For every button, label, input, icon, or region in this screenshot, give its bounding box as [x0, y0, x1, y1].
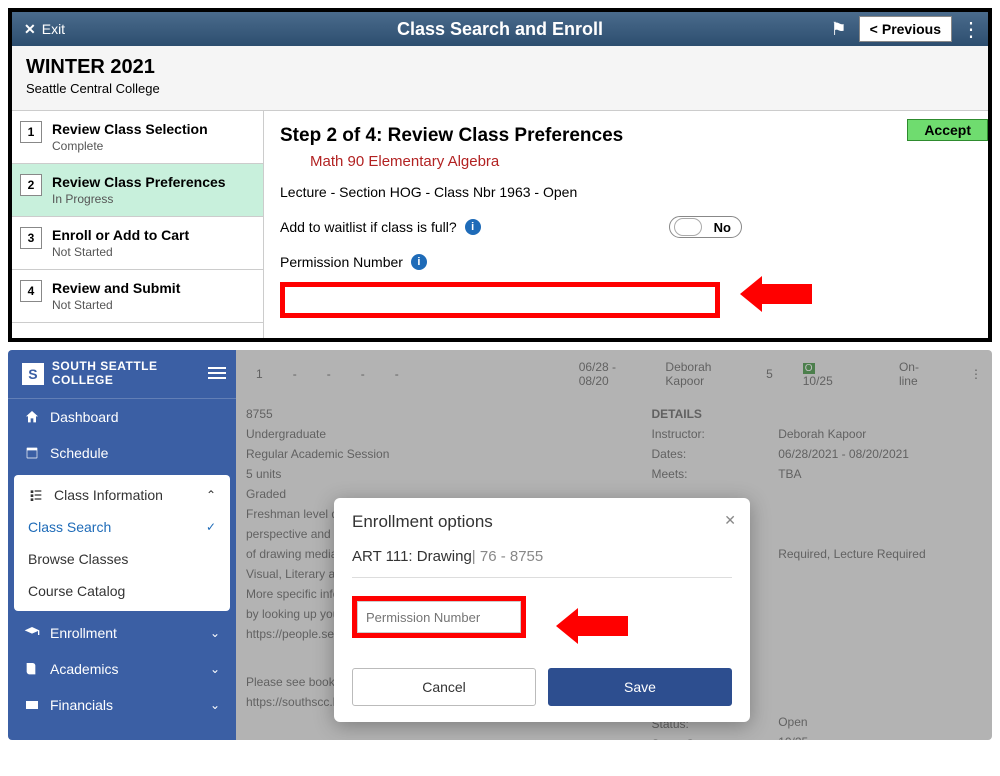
nav-label: Course Catalog [28, 583, 125, 599]
nav-dashboard[interactable]: Dashboard [8, 399, 236, 435]
class-section: Lecture - Section HOG - Class Nbr 1963 -… [280, 184, 972, 200]
nav-label: Dashboard [50, 409, 119, 425]
chevron-up-icon: ⌃ [206, 488, 216, 502]
college-logo-icon: S [22, 363, 44, 385]
nav-class-search[interactable]: Class Search ✓ [14, 511, 230, 543]
step-4[interactable]: 4 Review and Submit Not Started [12, 270, 263, 323]
class-name: Math 90 Elementary Algebra [310, 153, 972, 170]
step-status: Not Started [52, 298, 180, 312]
info-icon[interactable]: i [465, 219, 481, 235]
steps-column: 1 Review Class Selection Complete 2 Revi… [12, 111, 264, 338]
term-bar: WINTER 2021 Seattle Central College [12, 46, 988, 111]
page-title: Class Search and Enroll [397, 19, 603, 40]
save-button[interactable]: Save [548, 668, 732, 706]
step-title: Review and Submit [52, 280, 180, 296]
step-status: In Progress [52, 192, 226, 206]
titlebar: ✕ Exit Class Search and Enroll ⚑ < Previ… [12, 12, 988, 46]
permission-number-input[interactable] [285, 287, 715, 313]
nav-class-information[interactable]: Class Information ⌃ [14, 479, 230, 511]
step-1[interactable]: 1 Review Class Selection Complete [12, 111, 263, 164]
waitlist-toggle[interactable]: No [669, 216, 742, 238]
college-title: SOUTH SEATTLE COLLEGE [52, 360, 222, 388]
nav-class-info-group: Class Information ⌃ Class Search ✓ Brows… [14, 475, 230, 611]
sidebar-header: S SOUTH SEATTLE COLLEGE [8, 350, 236, 399]
nav-label: Enrollment [50, 625, 117, 641]
modal-close-button[interactable]: ✕ [724, 512, 736, 529]
top-enroll-window: ✕ Exit Class Search and Enroll ⚑ < Previ… [8, 8, 992, 342]
step-number: 4 [20, 280, 42, 302]
check-icon: ✓ [206, 520, 216, 534]
nav-label: Class Information [54, 487, 163, 503]
nav-label: Financials [50, 697, 113, 713]
permission-number-input[interactable] [357, 601, 521, 633]
nav-label: Browse Classes [28, 551, 128, 567]
chevron-down-icon: ⌄ [210, 626, 220, 640]
step-number: 3 [20, 227, 42, 249]
waitlist-label: Add to waitlist if class is full? [280, 219, 457, 235]
waitlist-row: Add to waitlist if class is full? i No [280, 216, 972, 238]
chevron-down-icon: ⌄ [210, 698, 220, 712]
toggle-label: No [708, 220, 737, 235]
step-title: Review Class Preferences [52, 174, 226, 190]
sidebar: S SOUTH SEATTLE COLLEGE Dashboard Schedu… [8, 350, 236, 740]
permission-label-row: Permission Number i [280, 254, 972, 270]
term-title: WINTER 2021 [26, 56, 974, 79]
nav-label: Schedule [50, 445, 108, 461]
nav-course-catalog[interactable]: Course Catalog [14, 575, 230, 607]
main-column: Accept Step 2 of 4: Review Class Prefere… [264, 111, 988, 338]
permission-label: Permission Number [280, 254, 403, 270]
close-icon: ✕ [24, 21, 36, 38]
enrollment-options-modal: ✕ Enrollment options ART 111: Drawing| 7… [334, 498, 750, 722]
step-status: Not Started [52, 245, 189, 259]
nav-schedule[interactable]: Schedule [8, 435, 236, 471]
exit-button[interactable]: ✕ Exit [12, 21, 77, 38]
book-icon [24, 661, 40, 677]
step-status: Complete [52, 139, 208, 153]
accept-button[interactable]: Accept [907, 119, 988, 141]
content-row: 1 Review Class Selection Complete 2 Revi… [12, 111, 988, 338]
step-number: 2 [20, 174, 42, 196]
list-icon [28, 487, 44, 503]
annotation-arrow-icon [740, 276, 812, 312]
info-icon[interactable]: i [411, 254, 427, 270]
card-icon [24, 697, 40, 713]
modal-buttons: Cancel Save [352, 668, 732, 706]
previous-button[interactable]: < Previous [859, 16, 952, 42]
nav-label: Academics [50, 661, 118, 677]
nav-academics[interactable]: Academics ⌄ [8, 651, 236, 687]
modal-input-highlight [352, 596, 526, 638]
calendar-icon [24, 445, 40, 461]
modal-title: Enrollment options [352, 512, 732, 532]
step-3[interactable]: 3 Enroll or Add to Cart Not Started [12, 217, 263, 270]
step-title: Review Class Selection [52, 121, 208, 137]
previous-label: Previous [882, 21, 941, 37]
course-prefix: ART 111: Drawing [352, 548, 472, 565]
nav-browse-classes[interactable]: Browse Classes [14, 543, 230, 575]
modal-course: ART 111: Drawing| 76 - 8755 [352, 548, 732, 578]
step-number: 1 [20, 121, 42, 143]
step-2[interactable]: 2 Review Class Preferences In Progress [12, 164, 263, 217]
flag-icon[interactable]: ⚑ [825, 19, 853, 40]
college-name: Seattle Central College [26, 81, 974, 96]
course-suffix: | 76 - 8755 [472, 548, 543, 565]
menu-toggle-button[interactable] [208, 364, 226, 382]
nav-enrollment[interactable]: Enrollment ⌄ [8, 615, 236, 651]
step-title: Enroll or Add to Cart [52, 227, 189, 243]
step-heading: Step 2 of 4: Review Class Preferences [280, 125, 972, 147]
cancel-button[interactable]: Cancel [352, 668, 536, 706]
titlebar-right: ⚑ < Previous ⋮ [825, 16, 984, 42]
bottom-portal-window: 1 ---- 06/28 - 08/20 Deborah Kapoor 5 O … [8, 350, 992, 740]
more-menu-button[interactable]: ⋮ [958, 17, 984, 42]
cap-icon [24, 625, 40, 641]
exit-label: Exit [42, 21, 65, 37]
permission-input-highlight [280, 282, 720, 318]
nav-label: Class Search [28, 519, 111, 535]
annotation-arrow-icon [556, 608, 636, 644]
toggle-track [674, 218, 702, 236]
nav-financials[interactable]: Financials ⌄ [8, 687, 236, 723]
chevron-down-icon: ⌄ [210, 662, 220, 676]
chevron-left-icon: < [870, 21, 878, 37]
home-icon [24, 409, 40, 425]
